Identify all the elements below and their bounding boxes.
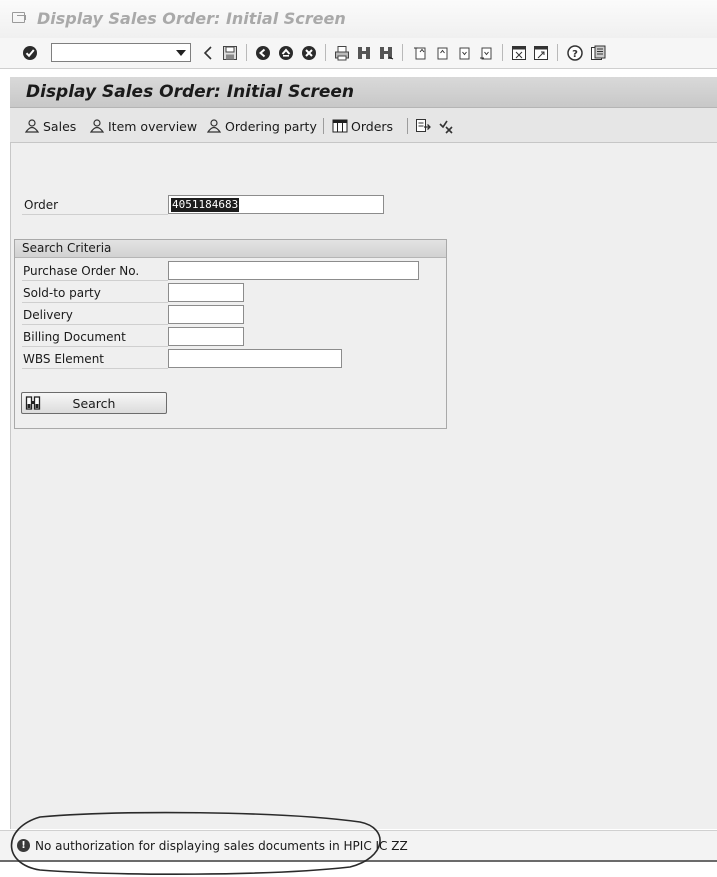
screen-area	[10, 77, 717, 829]
next-page-icon[interactable]	[455, 44, 473, 61]
toolbar-separator	[246, 44, 247, 61]
label-underline	[22, 368, 168, 369]
person-icon	[24, 119, 40, 133]
back-nav-icon[interactable]	[254, 44, 272, 61]
toolbar-separator	[407, 118, 408, 134]
layout-menu-icon[interactable]	[589, 44, 607, 61]
menu-icon[interactable]	[12, 12, 26, 23]
label-underline	[22, 346, 168, 347]
ordering-party-button-label: Ordering party	[225, 118, 317, 134]
sold-to-party-field[interactable]	[168, 283, 244, 304]
orders-button-label: Orders	[351, 118, 394, 134]
ordering-party-button[interactable]: Ordering party	[206, 117, 317, 135]
label-underline	[22, 214, 168, 215]
screen-title-bar: Display Sales Order: Initial Screen	[10, 77, 717, 108]
item-overview-button-label: Item overview	[108, 118, 198, 134]
print-icon[interactable]	[333, 44, 351, 61]
previous-page-icon[interactable]	[433, 44, 451, 61]
last-page-icon[interactable]	[477, 44, 495, 61]
person-icon	[89, 119, 105, 133]
billing-document-field[interactable]	[168, 327, 244, 348]
label-underline	[22, 280, 168, 281]
order-input[interactable]: 4051184683	[171, 198, 240, 212]
command-field[interactable]	[51, 43, 191, 63]
wbs-element-input[interactable]	[169, 353, 341, 370]
sold-to-party-input[interactable]	[169, 287, 243, 304]
delivery-input[interactable]	[169, 309, 243, 326]
toolbar-separator	[502, 44, 503, 61]
search-criteria-header: Search Criteria	[15, 240, 446, 258]
toolbar-separator	[557, 44, 558, 61]
window-title: Display Sales Order: Initial Screen	[37, 9, 346, 28]
find-next-icon[interactable]	[377, 44, 395, 61]
save-icon[interactable]	[221, 44, 239, 61]
chevron-down-icon[interactable]	[176, 50, 186, 56]
sold-to-party-label: Sold-to party	[23, 286, 101, 300]
window-title-bar: Display Sales Order: Initial Screen	[0, 0, 717, 39]
delivery-field[interactable]	[168, 305, 244, 326]
screen-title: Display Sales Order: Initial Screen	[26, 82, 355, 102]
order-field[interactable]: 4051184683	[168, 195, 384, 214]
label-underline	[22, 324, 168, 325]
delivery-label: Delivery	[23, 308, 73, 322]
table-icon	[332, 119, 348, 133]
status-icon	[439, 120, 453, 134]
wbs-element-field[interactable]	[168, 349, 342, 370]
billing-document-input[interactable]	[169, 331, 243, 348]
sales-button-label: Sales	[43, 118, 77, 134]
orders-button[interactable]: Orders	[332, 117, 393, 135]
enter-icon[interactable]	[21, 44, 39, 61]
document-flow-icon	[416, 119, 431, 132]
toolbar-separator	[402, 44, 403, 61]
person-icon	[206, 119, 222, 133]
highlight-annotation	[10, 811, 381, 875]
purchase-order-input[interactable]	[169, 265, 418, 282]
help-icon[interactable]: ?	[566, 44, 584, 61]
find-icon[interactable]	[355, 44, 373, 61]
shortcut-icon[interactable]	[532, 44, 550, 61]
billing-document-label: Billing Document	[23, 330, 126, 344]
document-flow-button[interactable]	[415, 117, 432, 135]
search-button-label: Search	[72, 396, 116, 411]
wbs-element-label: WBS Element	[23, 352, 104, 366]
back-icon[interactable]	[201, 44, 215, 61]
purchase-order-label: Purchase Order No.	[23, 264, 140, 278]
command-input[interactable]	[52, 47, 176, 63]
status-overview-button[interactable]	[438, 117, 455, 135]
order-label: Order	[24, 198, 59, 212]
search-button[interactable]: Search	[21, 392, 167, 414]
search-criteria-title: Search Criteria	[22, 241, 112, 255]
first-page-icon[interactable]	[411, 44, 429, 61]
exit-icon[interactable]	[277, 44, 295, 61]
svg-text:?: ?	[572, 49, 578, 60]
sales-button[interactable]: Sales	[24, 117, 76, 135]
item-overview-button[interactable]: Item overview	[89, 117, 197, 135]
cancel-icon[interactable]	[300, 44, 318, 61]
create-session-icon[interactable]	[510, 44, 528, 61]
application-toolbar: Sales Item overview Ordering party Order…	[10, 108, 717, 143]
toolbar-separator	[323, 118, 324, 134]
purchase-order-field[interactable]	[168, 261, 419, 282]
label-underline	[22, 302, 168, 303]
toolbar-separator	[325, 44, 326, 61]
